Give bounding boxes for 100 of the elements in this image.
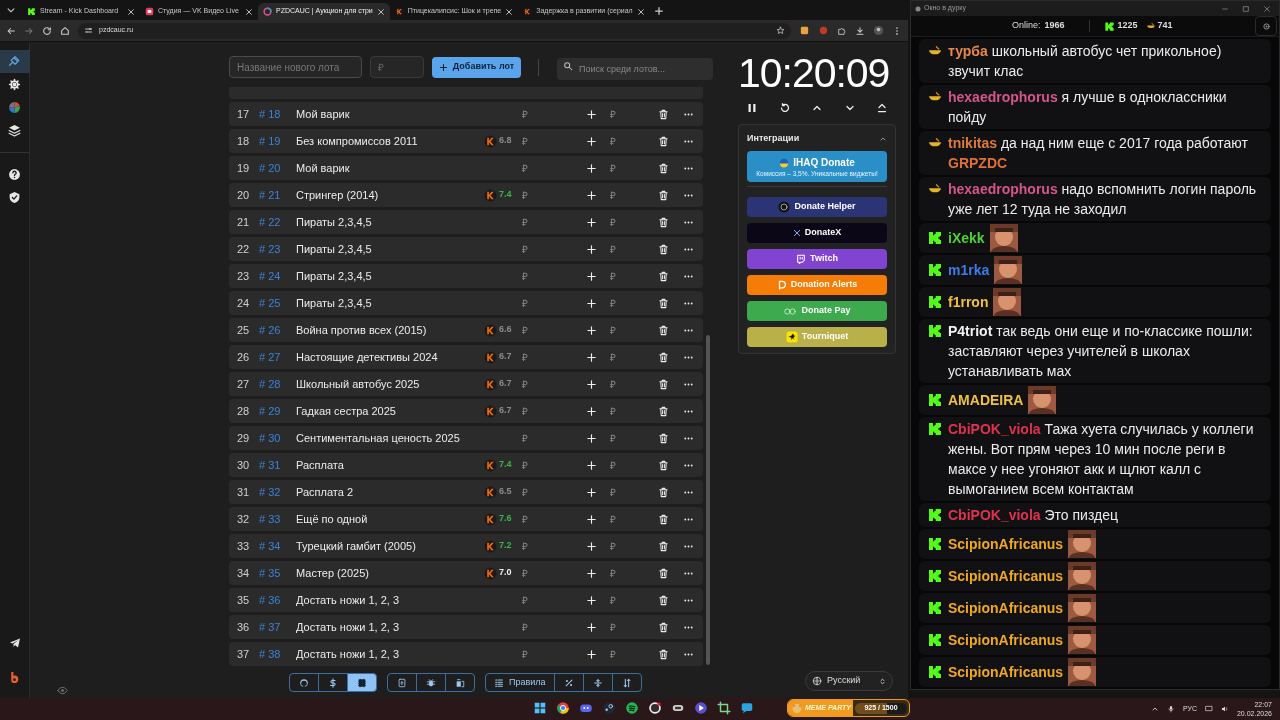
amount-field[interactable]: ₽	[522, 592, 580, 608]
rating-logo-icon	[484, 323, 497, 337]
amount-field[interactable]: ₽	[602, 187, 650, 203]
extension-icon[interactable]	[799, 25, 810, 36]
toolbar-button[interactable]	[582, 673, 613, 692]
reload-icon[interactable]	[42, 25, 52, 36]
plus-icon	[585, 162, 597, 174]
close-icon[interactable]	[636, 7, 645, 16]
gavel-tab[interactable]	[0, 50, 30, 73]
amount-field[interactable]: ₽	[522, 268, 580, 284]
toolbar-button[interactable]	[611, 673, 642, 692]
amount-field[interactable]: ₽	[602, 430, 650, 446]
amount-field[interactable]: ₽	[602, 349, 650, 365]
amount-field[interactable]: ₽	[602, 619, 650, 635]
new-tab-icon[interactable]	[653, 6, 664, 16]
integration-button[interactable]: DonateX	[747, 223, 887, 243]
amount-field[interactable]: ₽	[602, 484, 650, 500]
amount-field[interactable]: ₽	[522, 484, 580, 500]
toolbar-button[interactable]	[445, 673, 475, 692]
chevron-up-icon[interactable]	[1150, 705, 1159, 713]
amount-field[interactable]: ₽	[602, 457, 650, 473]
toolbar-button[interactable]	[387, 673, 417, 692]
amount-field[interactable]: ₽	[602, 106, 650, 122]
amount-field[interactable]: ₽	[602, 646, 650, 662]
close-icon[interactable]	[245, 7, 253, 16]
download-icon[interactable]	[855, 25, 865, 36]
play-icon[interactable]	[694, 701, 708, 715]
integration-button[interactable]: Donate Helper	[747, 197, 887, 217]
amount-field[interactable]: ₽	[602, 322, 650, 338]
collapse-toggle[interactable]	[879, 135, 887, 143]
amount-field[interactable]: ₽	[602, 565, 650, 581]
amount-field[interactable]: ₽	[602, 214, 650, 230]
amount-field[interactable]: ₽	[522, 376, 580, 392]
amount-field[interactable]: ₽	[522, 160, 580, 176]
lot-id: # 35	[259, 565, 282, 581]
amount-field[interactable]: ₽	[522, 538, 580, 554]
amount-field[interactable]: ₽	[522, 133, 580, 149]
amount-field[interactable]: ₽	[522, 403, 580, 419]
amount-field[interactable]: ₽	[602, 376, 650, 392]
amount-field[interactable]: ₽	[522, 322, 580, 338]
microphone-icon[interactable]	[1166, 705, 1175, 713]
amount-field[interactable]: ₽	[522, 241, 580, 257]
amount-field[interactable]: ₽	[522, 187, 580, 203]
toolbar-button[interactable]	[347, 673, 377, 692]
amount-field[interactable]: ₽	[522, 106, 580, 122]
amount-field[interactable]: ₽	[522, 511, 580, 527]
toolbar-button[interactable]	[289, 673, 319, 692]
close-icon[interactable]	[127, 7, 135, 16]
price-field[interactable]: ₽	[370, 56, 424, 78]
maximize-icon[interactable]	[1242, 4, 1250, 13]
lot-name-field[interactable]: Название нового лота	[229, 56, 362, 78]
toolbar-button[interactable]: Правила	[485, 673, 555, 692]
logo-icon	[927, 568, 943, 584]
music-icon[interactable]	[625, 701, 639, 715]
forward-icon[interactable]	[24, 25, 34, 36]
crop-icon[interactable]	[717, 701, 731, 715]
chat-message-text: CbiPOK_viola Тажа хуета случилась у коллеги жены. Вот прям через 10 мин после реги в максе у нее угоняют акк и щлют калл с вымоганием всем контактам	[948, 420, 1255, 499]
display-icon[interactable]	[1204, 705, 1213, 713]
close-icon[interactable]	[505, 7, 514, 16]
puzzle-icon[interactable]	[837, 25, 847, 36]
eye-icon[interactable]	[57, 685, 68, 696]
amount-field[interactable]: ₽	[522, 619, 580, 635]
add-lot-button[interactable]: Добавить лот	[432, 56, 521, 78]
amount-field[interactable]: ₽	[602, 592, 650, 608]
amount-field[interactable]: ₽	[522, 295, 580, 311]
amount-field[interactable]: ₽	[522, 565, 580, 581]
amount-field[interactable]: ₽	[602, 511, 650, 527]
start-icon[interactable]	[533, 701, 547, 715]
amount-field[interactable]: ₽	[602, 133, 650, 149]
logo-icon[interactable]	[8, 671, 21, 684]
profile-icon[interactable]	[873, 25, 884, 36]
chat-icon[interactable]	[740, 701, 754, 715]
volume-icon[interactable]	[1220, 705, 1229, 713]
amount-field[interactable]: ₽	[602, 160, 650, 176]
amount-field[interactable]: ₽	[522, 457, 580, 473]
help-icon	[8, 168, 21, 181]
amount-field[interactable]: ₽	[522, 430, 580, 446]
amount-field[interactable]: ₽	[522, 349, 580, 365]
integration-button[interactable]: Twitch	[747, 249, 887, 269]
settings-button[interactable]	[1255, 16, 1277, 36]
amount-field[interactable]: ₽	[602, 538, 650, 554]
amount-field[interactable]: ₽	[602, 403, 650, 419]
language-select[interactable]: Русский	[805, 671, 893, 691]
toolbar-button[interactable]	[553, 673, 584, 692]
back-icon[interactable]	[6, 25, 16, 36]
reset-icon[interactable]	[778, 102, 791, 114]
toolbar-button[interactable]	[416, 673, 446, 692]
close-icon[interactable]	[376, 7, 385, 16]
search-field[interactable]: Поиск среди лотов...	[557, 57, 713, 80]
star-icon[interactable]	[776, 26, 785, 35]
home-icon[interactable]	[60, 25, 70, 36]
amount-field[interactable]: ₽	[602, 295, 650, 311]
amount-field[interactable]: ₽	[602, 268, 650, 284]
browser-icon[interactable]	[556, 701, 570, 715]
double-chevron-up-icon[interactable]	[876, 102, 888, 114]
amount-field[interactable]: ₽	[522, 646, 580, 662]
amount-field[interactable]: ₽	[602, 241, 650, 257]
telegram-icon[interactable]	[8, 637, 21, 649]
amount-field[interactable]: ₽	[522, 214, 580, 230]
pause-icon[interactable]	[746, 102, 758, 114]
